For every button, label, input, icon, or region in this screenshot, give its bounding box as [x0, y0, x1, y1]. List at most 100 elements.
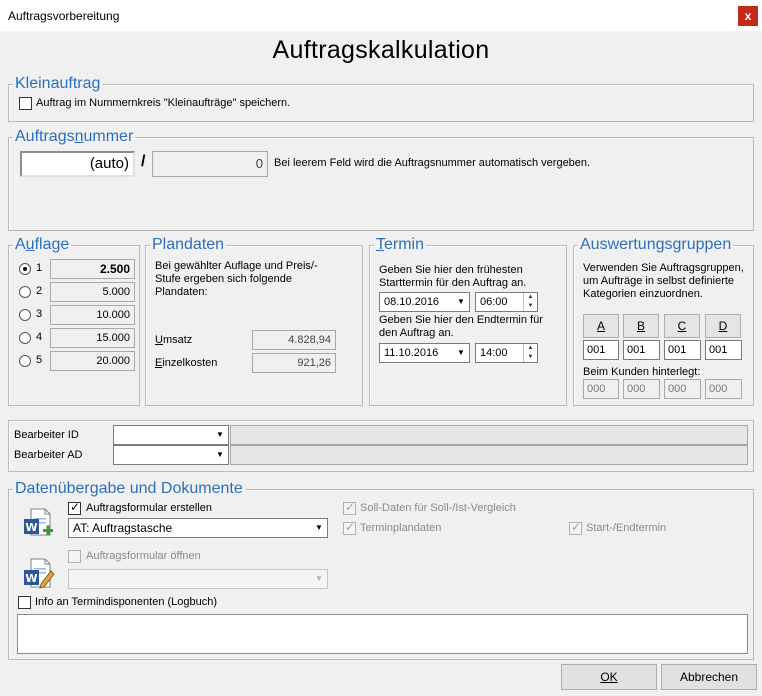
- auftragsnummer-legend: Auftragsnummer: [15, 128, 134, 145]
- window-title: Auftragsvorbereitung: [8, 9, 120, 23]
- svg-text:W: W: [25, 521, 37, 534]
- word-document-edit-icon: W: [22, 557, 56, 591]
- group-a-input[interactable]: 001: [583, 340, 619, 360]
- auflage-radio-4[interactable]: [19, 332, 31, 344]
- start-time-spinner[interactable]: 06:00 ▲ ▼: [475, 292, 538, 312]
- kleinauftrag-label: Auftrag im Nummernkreis "Kleinaufträge" …: [36, 97, 291, 109]
- auflage-value-4[interactable]: 15.000: [50, 328, 135, 348]
- start-endtermin-checkbox[interactable]: ✓: [569, 520, 582, 535]
- customer-group-c: 000: [664, 379, 701, 399]
- plandaten-description: Bei gewählter Auflage und Preis/-Stufe e…: [155, 260, 318, 298]
- ok-button[interactable]: OK: [561, 664, 657, 690]
- auflage-value-5[interactable]: 20.000: [50, 351, 135, 371]
- terminplandaten-checkbox[interactable]: ✓: [343, 520, 356, 535]
- template-select[interactable]: AT: Auftragstasche ▼: [68, 518, 328, 538]
- auflage-legend: Auflage: [15, 236, 70, 253]
- starttermin-description: Geben Sie hier den frühesten Starttermin…: [379, 264, 527, 289]
- chevron-down-icon[interactable]: ▼: [453, 344, 469, 362]
- auftragsnummer-group: Auftragsnummer: [8, 128, 754, 231]
- auftragsnummer-slash: /: [141, 153, 146, 170]
- plandaten-legend: Plandaten: [152, 236, 225, 253]
- cancel-button[interactable]: Abbrechen: [661, 664, 757, 690]
- group-b-input[interactable]: 001: [623, 340, 660, 360]
- auswertungsgruppen-legend: Auswertungsgruppen: [580, 236, 732, 253]
- endtermin-description: Geben Sie hier den Endtermin für den Auf…: [379, 314, 543, 339]
- bearbeiter-id-label: Bearbeiter ID: [14, 429, 79, 441]
- info-termindisponenten-label: Info an Termindisponenten (Logbuch): [35, 596, 218, 608]
- chevron-down-icon[interactable]: ▼: [453, 293, 469, 311]
- spin-up-icon[interactable]: ▲: [523, 293, 537, 302]
- group-b-button[interactable]: B: [623, 314, 659, 338]
- spin-down-icon[interactable]: ▼: [523, 353, 537, 362]
- termin-legend: Termin: [376, 236, 425, 253]
- auflage-number-2: 2: [36, 285, 43, 297]
- datenuebergabe-legend: Datenübergabe und Dokumente: [15, 480, 243, 497]
- formular-erstellen-checkbox[interactable]: ✓: [68, 500, 81, 515]
- bearbeiter-ad-name-field: [230, 445, 748, 465]
- kunden-hinterlegt-label: Beim Kunden hinterlegt:: [583, 366, 701, 378]
- auftragsnummer-input[interactable]: (auto): [20, 151, 135, 177]
- bearbeiter-id-name-field: [230, 425, 748, 445]
- auflage-number-3: 3: [36, 308, 43, 320]
- chevron-down-icon[interactable]: ▼: [212, 446, 228, 464]
- bearbeiter-ad-select[interactable]: ▼: [113, 445, 229, 465]
- ok-label: OK: [600, 670, 618, 684]
- einzelkosten-label: Einzelkosten: [155, 357, 218, 369]
- template-value: AT: Auftragstasche: [73, 521, 173, 535]
- soll-daten-checkbox[interactable]: ✓: [343, 500, 356, 515]
- spin-up-icon[interactable]: ▲: [523, 344, 537, 353]
- info-termindisponenten-checkbox[interactable]: [18, 596, 31, 609]
- kleinauftrag-legend: Kleinauftrag: [15, 75, 101, 92]
- auflage-value-2[interactable]: 5.000: [50, 282, 135, 302]
- group-d-button[interactable]: D: [705, 314, 741, 338]
- group-c-input[interactable]: 001: [664, 340, 701, 360]
- end-time-spinner[interactable]: 14:00 ▲ ▼: [475, 343, 538, 363]
- end-time-value: 14:00: [480, 347, 508, 359]
- formular-oeffnen-checkbox[interactable]: [68, 550, 81, 563]
- chevron-down-icon[interactable]: ▼: [212, 426, 228, 444]
- start-date-value: 08.10.2016: [384, 296, 440, 308]
- page-title: Auftragskalkulation: [272, 36, 490, 64]
- kleinauftrag-checkbox[interactable]: [19, 97, 32, 110]
- auflage-number-4: 4: [36, 331, 43, 343]
- group-a-button[interactable]: A: [583, 314, 619, 338]
- chevron-down-icon[interactable]: ▼: [311, 519, 327, 537]
- auflage-radio-2[interactable]: [19, 286, 31, 298]
- formular-oeffnen-label: Auftragsformular öffnen: [86, 550, 201, 562]
- auflage-value-1[interactable]: 2.500: [50, 259, 135, 279]
- word-document-add-icon: W: [22, 507, 56, 539]
- umsatz-label: Umsatz: [155, 334, 193, 346]
- chevron-down-icon[interactable]: ▼: [311, 570, 327, 588]
- close-button[interactable]: x: [738, 6, 758, 26]
- customer-group-a: 000: [583, 379, 619, 399]
- end-date-picker[interactable]: 11.10.2016 ▼: [379, 343, 470, 363]
- auflage-value-3[interactable]: 10.000: [50, 305, 135, 325]
- einzelkosten-value[interactable]: 921,26: [252, 353, 336, 373]
- formular-erstellen-label: Auftragsformular erstellen: [86, 502, 212, 514]
- auflage-number-1: 1: [36, 262, 43, 274]
- formular-oeffnen-select[interactable]: ▼: [68, 569, 328, 589]
- bearbeiter-ad-label: Bearbeiter AD: [14, 449, 83, 461]
- customer-group-d: 000: [705, 379, 742, 399]
- auftragsnummer-suffix-input[interactable]: 0: [152, 151, 268, 177]
- auflage-radio-1[interactable]: [19, 263, 31, 275]
- svg-text:W: W: [25, 572, 37, 585]
- group-c-button[interactable]: C: [664, 314, 700, 338]
- logbuch-textarea[interactable]: [17, 614, 748, 654]
- auflage-radio-5[interactable]: [19, 355, 31, 367]
- auswertung-description: Verwenden Sie Auftragsgruppen, um Aufträ…: [583, 262, 744, 300]
- auflage-radio-3[interactable]: [19, 309, 31, 321]
- end-date-value: 11.10.2016: [384, 347, 439, 359]
- umsatz-value[interactable]: 4.828,94: [252, 330, 336, 350]
- auftragsnummer-hint: Bei leerem Feld wird die Auftragsnummer …: [274, 157, 591, 169]
- spin-down-icon[interactable]: ▼: [523, 302, 537, 311]
- auflage-number-5: 5: [36, 354, 43, 366]
- start-date-picker[interactable]: 08.10.2016 ▼: [379, 292, 470, 312]
- terminplandaten-label: Terminplandaten: [360, 522, 442, 534]
- start-time-value: 06:00: [480, 296, 508, 308]
- customer-group-b: 000: [623, 379, 660, 399]
- soll-daten-label: Soll-Daten für Soll-/Ist-Vergleich: [360, 502, 516, 514]
- start-endtermin-label: Start-/Endtermin: [586, 522, 667, 534]
- group-d-input[interactable]: 001: [705, 340, 742, 360]
- bearbeiter-id-select[interactable]: ▼: [113, 425, 229, 445]
